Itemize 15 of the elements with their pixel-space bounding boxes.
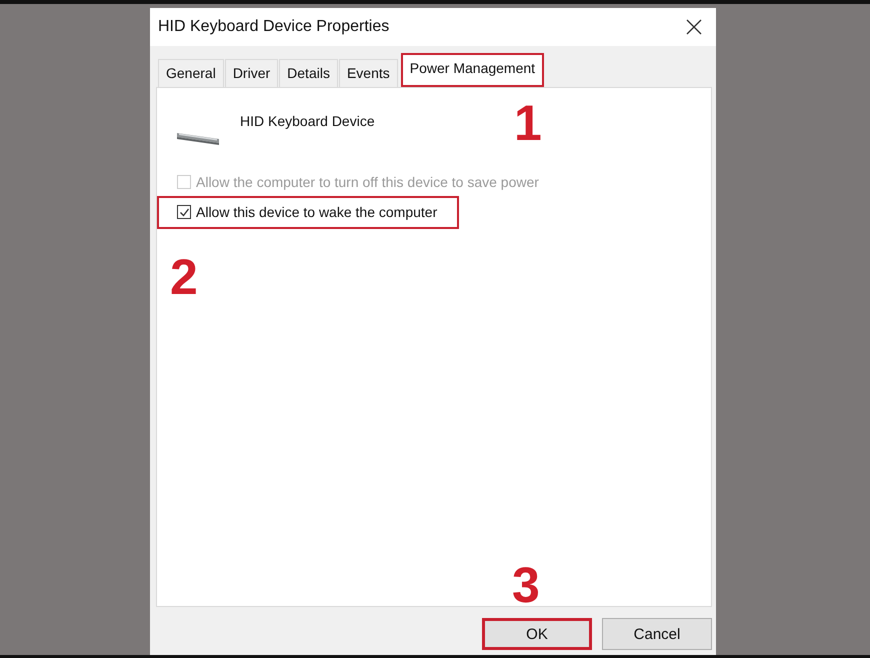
step-number: 1 [514, 98, 542, 148]
dialog-button[interactable]: Cancel [602, 618, 712, 650]
checkbox[interactable] [177, 205, 191, 219]
tab[interactable]: Events [338, 59, 398, 87]
step-number: 2 [170, 252, 198, 302]
close-icon [686, 19, 702, 35]
tab[interactable]: Details [279, 59, 338, 87]
window-title: HID Keyboard Device Properties [158, 18, 390, 36]
tab[interactable]: General [158, 59, 224, 87]
device-name: HID Keyboard Device [240, 113, 375, 129]
dialog-button[interactable]: OK [482, 618, 592, 650]
tab[interactable]: Power Management [400, 53, 544, 87]
step-number: 3 [512, 560, 540, 610]
checkbox-option[interactable]: Allow this device to wake the computer [157, 196, 460, 229]
tab[interactable]: Driver [224, 59, 278, 87]
